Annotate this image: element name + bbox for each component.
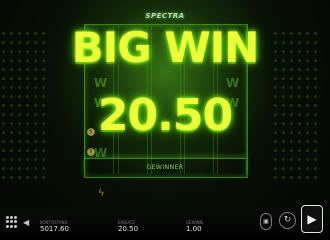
game-logo: SPECTRA xyxy=(145,12,185,20)
lightning-icon: ϟ xyxy=(98,188,105,199)
balance-display: KONTOSTAND 5017.60 xyxy=(40,220,69,234)
balance-value: 5017.60 xyxy=(40,225,69,233)
spin-button[interactable]: ▶ xyxy=(301,205,323,233)
speaker-icon[interactable]: ◀ xyxy=(23,218,32,227)
winner-label: GEWINNER xyxy=(146,164,184,171)
spin-play-icon: ▶ xyxy=(307,212,317,226)
game-stage: ● ● ● ● ● ● ● ● ● ● ● ● ● ● ● ● ● ● ● ● … xyxy=(0,0,330,240)
menu-grid-icon[interactable] xyxy=(6,216,18,228)
bet-value: 20.50 xyxy=(118,225,139,233)
turbo-button[interactable]: ↻ xyxy=(279,212,296,229)
win-amount: 20.50 xyxy=(97,90,233,141)
autoplay-button[interactable]: ▣ xyxy=(260,213,272,230)
winner-bar: GEWINNER xyxy=(84,158,246,177)
win-value: 1.00 xyxy=(186,225,202,233)
win-display: GEWINN 1.00 xyxy=(186,220,203,234)
big-win-headline: BIG WIN xyxy=(71,23,260,72)
bet-display[interactable]: EINSATZ 20.50 xyxy=(118,220,138,234)
autoplay-icon: ▣ xyxy=(263,218,269,225)
turbo-icon: ↻ xyxy=(283,215,292,225)
